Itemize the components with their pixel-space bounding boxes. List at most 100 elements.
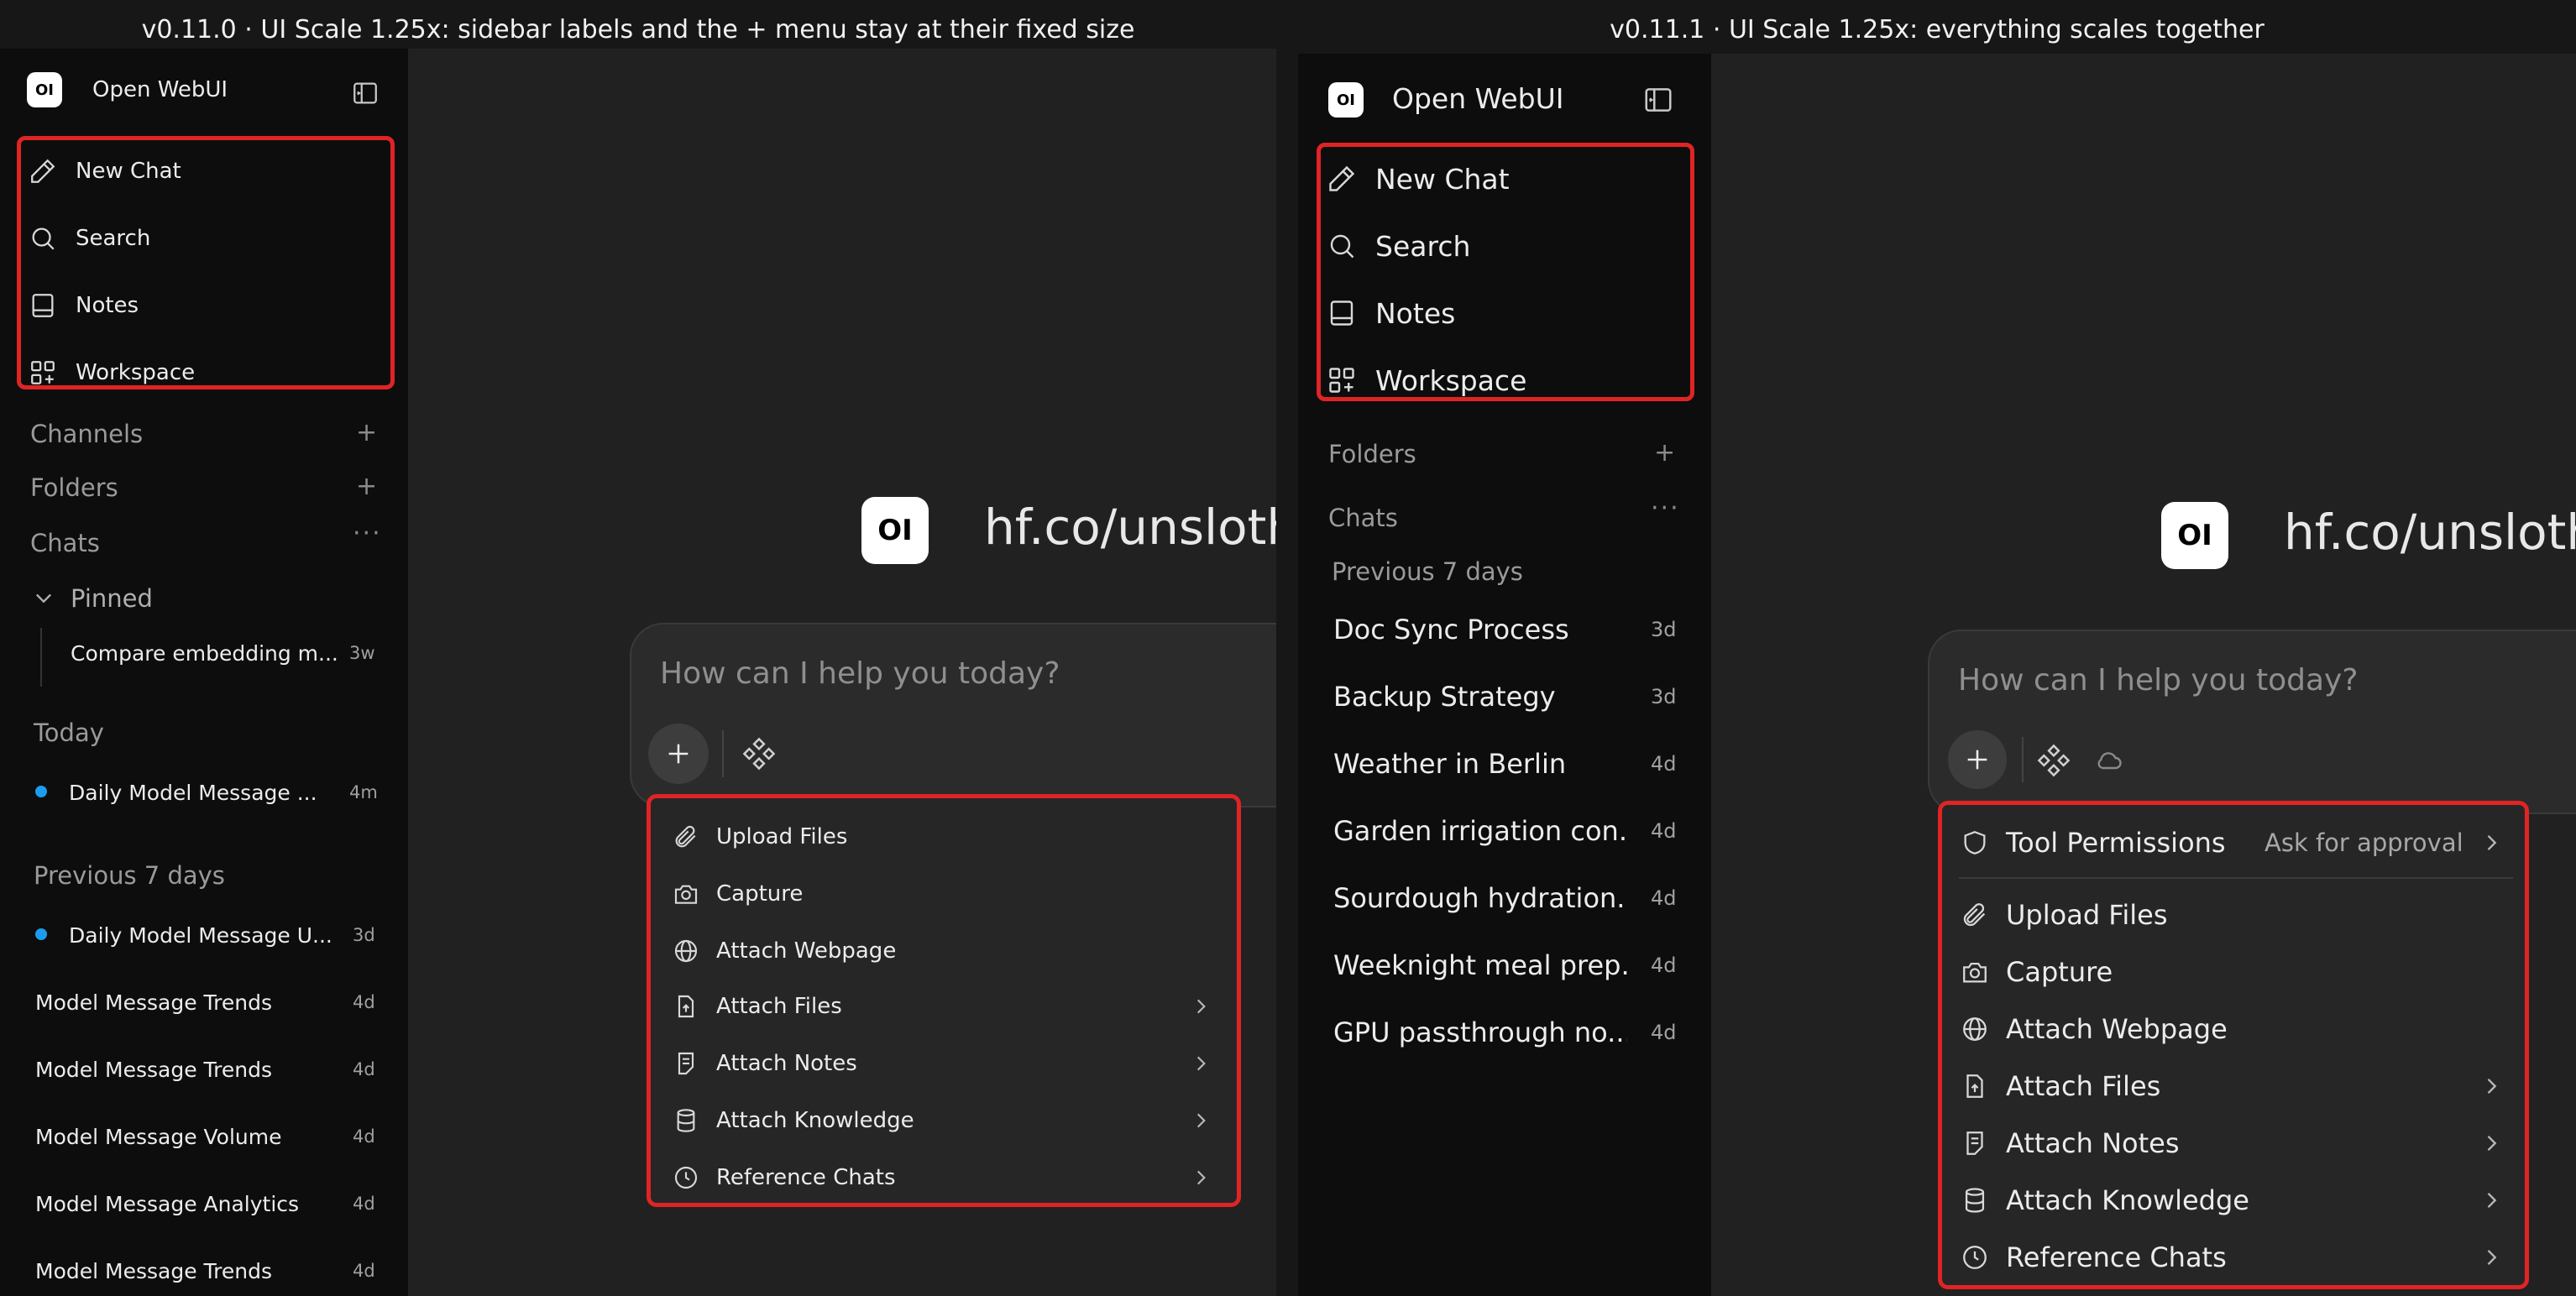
- menu-item-attach-knowledge[interactable]: Attach Knowledge: [1942, 1174, 2525, 1226]
- list-item[interactable]: Sourdough hydration... 4d: [1333, 878, 1694, 918]
- today-chat-item[interactable]: Daily Model Message ... 4m: [69, 776, 388, 809]
- pinned-divider: [40, 628, 42, 687]
- menu-label: Capture: [2006, 956, 2113, 988]
- nav-notes[interactable]: Notes: [29, 285, 139, 326]
- right-caption: v0.11.1 · UI Scale 1.25x: everything sca…: [1298, 12, 2576, 49]
- list-item[interactable]: Model Message Analytics 4d: [35, 1187, 388, 1220]
- plus-icon: [1967, 750, 1987, 770]
- chat-age: 4d: [1651, 954, 1677, 977]
- chat-title: Garden irrigation con...: [1333, 815, 1627, 847]
- chat-input-box[interactable]: [1928, 630, 2576, 814]
- chat-age: 4d: [353, 1059, 375, 1079]
- section-channels[interactable]: Channels: [30, 420, 143, 448]
- nav-workspace[interactable]: Workspace: [29, 353, 195, 393]
- pinned-label[interactable]: Pinned: [71, 584, 153, 613]
- menu-item-attach-notes[interactable]: Attach Notes: [651, 1040, 1237, 1087]
- nav-label: Workspace: [76, 360, 196, 385]
- chat-input-box[interactable]: [630, 623, 1276, 807]
- menu-label: Attach Notes: [716, 1051, 857, 1076]
- chevron-right-icon: [1196, 1113, 1206, 1128]
- menu-item-attach-notes[interactable]: Attach Notes: [1942, 1117, 2525, 1169]
- chat-age: 3d: [1651, 618, 1677, 641]
- section-folders[interactable]: Folders: [30, 473, 118, 502]
- sidebar-toggle-icon[interactable]: [351, 79, 380, 107]
- menu-item-upload-files[interactable]: Upload Files: [651, 813, 1237, 860]
- nav-workspace[interactable]: Workspace: [1327, 358, 1526, 403]
- section-chats[interactable]: Chats: [30, 529, 100, 557]
- chat-age: 4d: [353, 1194, 375, 1214]
- nav-label: Notes: [1375, 296, 1456, 330]
- chats-more-icon[interactable]: ···: [353, 519, 382, 548]
- list-item[interactable]: Model Message Trends 4d: [35, 1053, 388, 1086]
- chat-title: GPU passthrough no...: [1333, 1016, 1627, 1048]
- menu-item-capture[interactable]: Capture: [1942, 946, 2525, 998]
- chat-input[interactable]: How can I help you today?: [1958, 663, 2358, 698]
- list-item[interactable]: Daily Model Message U... 3d: [69, 918, 388, 952]
- nav-label: New Chat: [1375, 162, 1510, 196]
- nav-search[interactable]: Search: [1327, 223, 1470, 269]
- attach-menu: Upload Files Capture Attach Webpage Atta…: [647, 794, 1241, 1207]
- list-item[interactable]: Weather in Berlin 4d: [1333, 744, 1694, 784]
- model-name: hf.co/unsloth: [984, 499, 1276, 556]
- chat-title: Daily Model Message ...: [69, 780, 317, 805]
- add-folder-icon[interactable]: +: [1654, 438, 1675, 468]
- database-icon: [677, 1109, 695, 1132]
- left-caption: v0.11.0 · UI Scale 1.25x: sidebar labels…: [0, 12, 1276, 49]
- chat-age: 4d: [1651, 819, 1677, 843]
- menu-item-attach-webpage[interactable]: Attach Webpage: [1942, 1003, 2525, 1055]
- chats-more-icon[interactable]: ···: [1651, 494, 1680, 523]
- add-channel-icon[interactable]: +: [356, 418, 377, 447]
- menu-label: Reference Chats: [2006, 1241, 2227, 1273]
- menu-item-attach-webpage[interactable]: Attach Webpage: [651, 928, 1237, 975]
- chat-age: 4d: [1651, 752, 1677, 776]
- pinned-chat-item[interactable]: Compare embedding m... 3w: [71, 636, 390, 670]
- menu-item-upload-files[interactable]: Upload Files: [1942, 889, 2525, 941]
- menu-item-attach-files[interactable]: Attach Files: [1942, 1060, 2525, 1112]
- list-item[interactable]: Weeknight meal prep... 4d: [1333, 945, 1694, 985]
- section-chats[interactable]: Chats: [1328, 504, 1398, 532]
- menu-item-capture[interactable]: Capture: [651, 870, 1237, 917]
- nav-notes[interactable]: Notes: [1327, 290, 1455, 336]
- integrations-icon[interactable]: [2037, 744, 2071, 777]
- logo-text: OI: [877, 514, 913, 547]
- list-item[interactable]: Model Message Trends 4d: [35, 985, 388, 1019]
- list-item[interactable]: Doc Sync Process 3d: [1333, 609, 1694, 650]
- list-item[interactable]: Backup Strategy 3d: [1333, 677, 1694, 717]
- file-upload-icon: [1966, 1074, 1983, 1098]
- menu-item-attach-files[interactable]: Attach Files: [651, 983, 1237, 1030]
- add-attachment-button[interactable]: [648, 724, 709, 784]
- nav-new-chat[interactable]: New Chat: [29, 151, 181, 191]
- chevron-right-icon: [2487, 835, 2497, 850]
- menu-item-tool-permissions[interactable]: Tool Permissions Ask for approval: [1942, 817, 2525, 869]
- logo-text: OI: [35, 81, 54, 99]
- chevron-right-icon: [2487, 1136, 2497, 1151]
- app-title: Open WebUI: [92, 77, 228, 102]
- add-folder-icon[interactable]: +: [356, 472, 377, 501]
- sidebar-toggle-icon[interactable]: [1642, 84, 1674, 116]
- menu-label: Attach Files: [716, 994, 842, 1019]
- section-folders[interactable]: Folders: [1328, 440, 1416, 468]
- shield-icon: [1964, 831, 1986, 854]
- integrations-icon[interactable]: [742, 737, 776, 771]
- camera-icon: [1963, 962, 1987, 983]
- list-item[interactable]: Model Message Trends 4d: [35, 1254, 388, 1288]
- list-item[interactable]: Garden irrigation con... 4d: [1333, 811, 1694, 851]
- list-item[interactable]: Model Message Volume 4d: [35, 1120, 388, 1153]
- chat-input[interactable]: How can I help you today?: [660, 656, 1060, 691]
- model-name: hf.co/unsloth: [2284, 504, 2576, 561]
- menu-item-reference-chats[interactable]: Reference Chats: [1942, 1231, 2525, 1283]
- chat-title: Weather in Berlin: [1333, 748, 1567, 780]
- add-attachment-button[interactable]: [1948, 730, 2007, 789]
- chevron-down-icon[interactable]: [32, 586, 55, 609]
- paperclip-icon: [675, 825, 696, 848]
- app-logo[interactable]: OI: [27, 72, 62, 107]
- right-main-area: OI hf.co/unsloth How can I help you toda…: [1711, 54, 2576, 1296]
- chat-title: Sourdough hydration...: [1333, 882, 1627, 914]
- list-item[interactable]: GPU passthrough no... 4d: [1333, 1012, 1694, 1053]
- menu-item-attach-knowledge[interactable]: Attach Knowledge: [651, 1097, 1237, 1144]
- cloud-icon[interactable]: [2092, 745, 2126, 776]
- app-logo[interactable]: OI: [1328, 82, 1364, 118]
- nav-new-chat[interactable]: New Chat: [1327, 156, 1510, 201]
- nav-search[interactable]: Search: [29, 218, 150, 259]
- menu-item-reference-chats[interactable]: Reference Chats: [651, 1154, 1237, 1201]
